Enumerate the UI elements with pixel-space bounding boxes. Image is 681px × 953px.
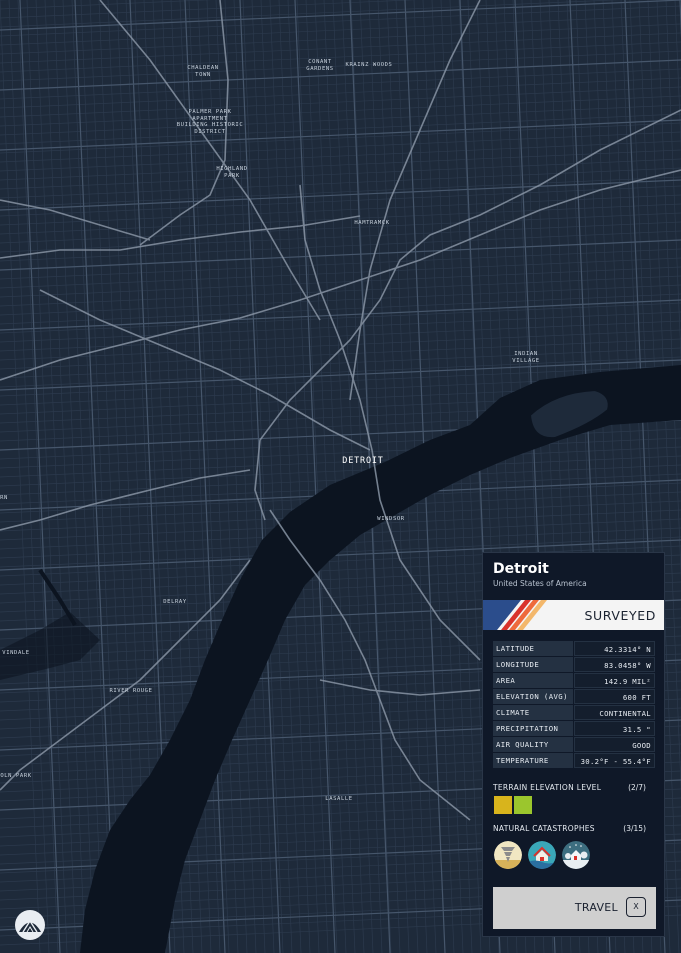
place-label-riverrouge: RIVER ROUGE [109,688,153,694]
tornado-icon [494,841,522,869]
stat-label: AREA [493,673,573,688]
travel-button[interactable]: TRAVEL X [493,887,656,929]
place-label-indian: INDIAN VILLAGE [512,351,540,364]
stat-label: CLIMATE [493,705,573,720]
stat-row: CLIMATE CONTINENTAL [493,705,655,721]
place-label-krainz: KRAINZ WOODS [345,62,393,68]
place-label-delray: DELRAY [163,599,187,605]
stat-label: AIR QUALITY [493,737,573,752]
terrain-count: (2/7) [628,783,646,792]
place-label-palmer: PALMER PARK APARTMENT BUILDING HISTORIC … [176,109,244,135]
blizzard-icon [562,841,590,869]
travel-label: TRAVEL [574,901,618,914]
stat-row: LONGITUDE 83.0458° W [493,657,655,673]
stat-value: 83.0458° W [574,657,655,672]
place-label-conant: CONANT GARDENS [306,59,334,72]
stat-row: AIR QUALITY GOOD [493,737,655,753]
stat-value: 30.2°F - 55.4°F [574,753,655,768]
stat-label: LATITUDE [493,641,573,656]
city-info-panel: Detroit United States of America SURVEYE… [482,552,665,937]
status-stripes-icon [483,600,547,630]
keyboard-key-hint: X [626,897,646,917]
stat-row: LATITUDE 42.3314° N [493,641,655,657]
place-label-lasalle: LASALLE [325,796,353,802]
stat-row: TEMPERATURE 30.2°F - 55.4°F [493,753,655,769]
stat-row: PRECIPITATION 31.5 " [493,721,655,737]
survey-status-banner: SURVEYED [483,600,664,630]
place-label-windsor: WINDSOR [377,516,405,522]
stat-value: 600 FT [574,689,655,704]
city-stats-table: LATITUDE 42.3314° N LONGITUDE 83.0458° W ARE… [493,641,655,769]
stat-value: 42.3314° N [574,641,655,656]
place-label-chaldean: CHALDEAN TOWN [187,65,219,78]
terrain-swatch-1 [494,796,512,814]
place-label-vindale: VINDALE [2,650,30,656]
terrain-label: TERRAIN ELEVATION LEVEL [493,783,602,792]
city-label: DETROIT [342,456,384,466]
flood-icon [528,841,556,869]
stat-value: 142.9 MIL² [574,673,655,688]
stat-label: PRECIPITATION [493,721,573,736]
stat-row: AREA 142.9 MIL² [493,673,655,689]
stat-value: GOOD [574,737,655,752]
place-label-rn: RN [0,495,8,501]
observatory-logo-icon [15,910,45,940]
place-label-highland: HIGHLAND PARK [216,166,248,179]
city-title: Detroit [493,561,549,577]
stat-label: LONGITUDE [493,657,573,672]
stat-value: 31.5 " [574,721,655,736]
status-label: SURVEYED [584,608,656,623]
stat-value: CONTINENTAL [574,705,655,720]
catastrophes-count: (3/15) [623,824,646,833]
stat-row: ELEVATION (AVG) 600 FT [493,689,655,705]
place-label-hamtramck: HAMTRAMCK [354,220,390,226]
place-label-olnpark: OLN PARK [0,773,32,779]
terrain-swatch-2 [514,796,532,814]
catastrophes-label: NATURAL CATASTROPHES [493,824,595,833]
stat-label: TEMPERATURE [493,753,573,768]
country-subtitle: United States of America [493,579,587,588]
stat-label: ELEVATION (AVG) [493,689,573,704]
